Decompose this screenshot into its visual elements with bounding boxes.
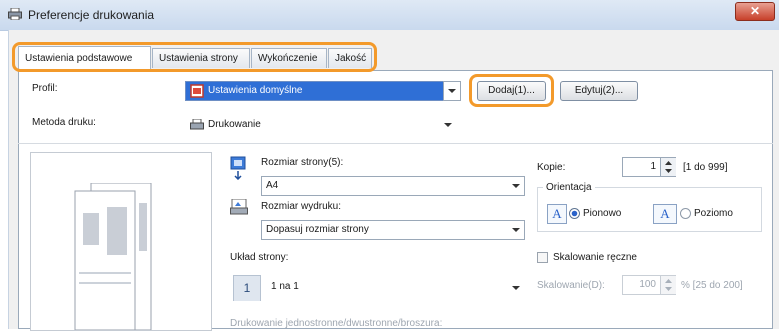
profile-label: Profil: — [32, 83, 58, 94]
page-size-icon — [230, 156, 246, 180]
page-size-select[interactable]: A4 — [261, 176, 525, 196]
copies-range: [1 do 999] — [683, 162, 728, 173]
tabs-highlight-callout — [12, 42, 377, 72]
print-method-label: Metoda druku: — [32, 117, 96, 128]
profile-select[interactable]: Ustawienia domyślne — [185, 81, 457, 101]
layout-icon: 1 — [233, 275, 261, 301]
document-preview-icon — [74, 183, 152, 330]
duplex-label: Drukowanie jednostronne/dwustronne/brosz… — [230, 318, 443, 329]
manual-scaling-label[interactable]: Skalowanie ręczne — [553, 252, 637, 263]
separator — [18, 143, 773, 144]
chevron-down-icon — [448, 89, 456, 93]
stepper-arrows-icon — [665, 279, 672, 291]
portrait-icon: A — [547, 204, 567, 224]
profile-dropdown-button[interactable] — [443, 81, 461, 101]
scaling-stepper[interactable] — [660, 276, 676, 294]
page-preview — [30, 152, 212, 331]
landscape-radio[interactable] — [680, 208, 691, 219]
chevron-down-icon — [512, 228, 520, 232]
print-method-select[interactable]: Drukowanie — [185, 115, 457, 135]
add-button-highlight-callout — [469, 74, 554, 107]
page-size-label: Rozmiar strony(5): — [261, 157, 344, 168]
layout-select[interactable]: 1 1 na 1 — [230, 272, 525, 302]
profile-value: Ustawienia domyślne — [208, 85, 303, 96]
portrait-radio[interactable] — [569, 208, 580, 219]
layout-label: Układ strony: — [230, 252, 289, 263]
window-title: Preferencje drukowania — [28, 8, 155, 22]
chevron-down-icon — [444, 123, 452, 127]
copies-stepper[interactable] — [660, 158, 676, 176]
scaling-range: % [25 do 200] — [681, 280, 743, 291]
copies-label: Kopie: — [537, 162, 566, 173]
title-bar[interactable]: Preferencje drukowania ✕ — [0, 0, 779, 31]
close-button[interactable]: ✕ — [735, 2, 775, 21]
landscape-label[interactable]: Poziomo — [694, 208, 733, 219]
output-size-icon — [230, 199, 248, 215]
landscape-icon: A — [653, 204, 677, 224]
print-method-value: Drukowanie — [208, 119, 261, 130]
stepper-arrows-icon — [665, 161, 672, 173]
copies-value: 1 — [650, 161, 656, 172]
page-size-value: A4 — [266, 180, 279, 191]
printer-icon — [8, 8, 22, 20]
output-size-label: Rozmiar wydruku: — [261, 201, 342, 212]
output-size-select[interactable]: Dopasuj rozmiar strony — [261, 220, 525, 240]
manual-scaling-checkbox[interactable] — [537, 252, 548, 263]
scaling-label: Skalowanie(D): — [537, 280, 605, 291]
chevron-down-icon — [512, 184, 520, 188]
edit-profile-button[interactable]: Edytuj(2)... — [560, 81, 638, 101]
portrait-label[interactable]: Pionowo — [583, 208, 621, 219]
profile-icon — [190, 84, 204, 98]
scaling-value: 100 — [639, 279, 656, 290]
output-size-value: Dopasuj rozmiar strony — [266, 224, 369, 235]
layout-value: 1 na 1 — [271, 281, 299, 292]
chevron-down-icon — [512, 286, 520, 290]
orientation-label: Orientacja — [543, 182, 595, 193]
printer-icon — [190, 119, 204, 130]
